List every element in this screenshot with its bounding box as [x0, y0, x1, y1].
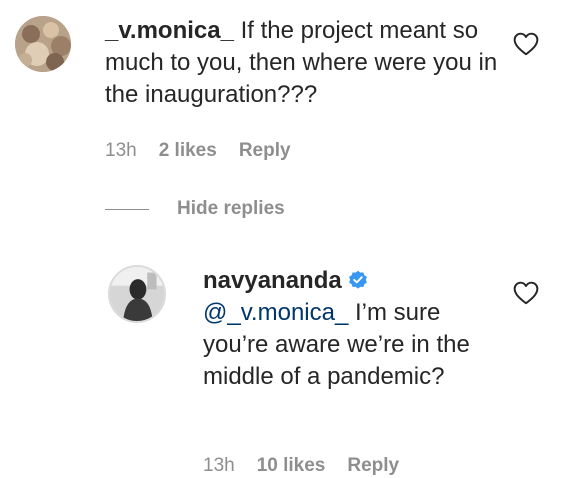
reply-meta: 13h 10 likes Reply [203, 455, 399, 477]
reply-button[interactable]: Reply [347, 455, 399, 477]
hide-replies-label[interactable]: Hide replies [177, 198, 285, 220]
reply-likes[interactable]: 10 likes [257, 455, 326, 477]
reply-username[interactable]: navyananda [203, 267, 342, 294]
comment-likes[interactable]: 2 likes [159, 140, 217, 162]
avatar[interactable] [108, 265, 166, 323]
heart-outline-icon[interactable] [513, 281, 539, 305]
divider-line [105, 208, 149, 210]
reply-mention[interactable]: @_v.monica_ [203, 299, 348, 326]
reply-body: navyananda @_v.monica_ I’m sure you’re a… [203, 265, 503, 393]
comment-body: _v.monica_ If the project meant so much … [105, 15, 505, 111]
reply-button[interactable]: Reply [239, 140, 291, 162]
avatar-image [110, 267, 164, 321]
avatar[interactable] [15, 16, 71, 72]
heart-outline-icon[interactable] [513, 32, 539, 56]
comment-username[interactable]: _v.monica_ [105, 17, 234, 44]
reply-time[interactable]: 13h [203, 455, 235, 477]
verified-badge-icon [348, 270, 367, 289]
comment-meta: 13h 2 likes Reply [105, 140, 291, 162]
comment-time[interactable]: 13h [105, 140, 137, 162]
hide-replies-toggle[interactable]: Hide replies [105, 198, 285, 220]
avatar-image [15, 16, 71, 72]
